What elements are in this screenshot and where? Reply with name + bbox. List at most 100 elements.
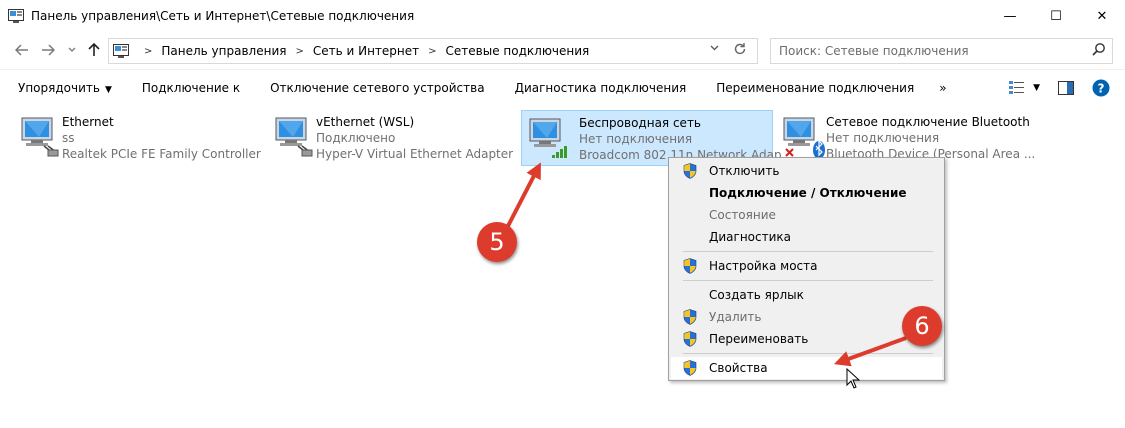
menu-icon-spacer xyxy=(683,287,699,303)
arrow-right-icon xyxy=(42,44,55,56)
connection-name: Сетевое подключение Bluetooth xyxy=(826,115,1030,129)
connect-to-button[interactable]: Подключение к xyxy=(127,81,255,95)
svg-text:?: ? xyxy=(1098,82,1105,96)
breadcrumb-separator-icon[interactable]: > xyxy=(144,46,152,57)
minimize-button[interactable]: — xyxy=(987,0,1033,32)
title-bar: Панель управления\Сеть и Интернет\Сетевы… xyxy=(0,0,1125,32)
more-commands-button[interactable]: » xyxy=(929,81,956,95)
chevron-down-icon xyxy=(68,47,76,52)
address-bar: > Панель управления > Сеть и Интернет > … xyxy=(0,32,1125,70)
connection-device: Realtek PCIe FE Family Controller xyxy=(62,147,261,161)
uac-shield-icon xyxy=(683,360,699,376)
menu-item-label: Настройка моста xyxy=(709,259,818,273)
menu-item-properties[interactable]: Свойства xyxy=(671,357,942,379)
menu-item-label: Диагностика xyxy=(709,230,792,244)
menu-item-connect-disconnect[interactable]: Подключение / Отключение xyxy=(671,182,942,204)
close-button[interactable]: ✕ xyxy=(1079,0,1125,32)
arrow-up-icon xyxy=(88,43,100,56)
organize-button[interactable]: Упорядочить ▼ xyxy=(0,81,127,95)
network-folder-icon xyxy=(8,9,24,23)
menu-item-disable[interactable]: Отключить xyxy=(671,160,942,182)
breadcrumb-separator-icon[interactable]: > xyxy=(428,46,436,57)
search-icon[interactable] xyxy=(1092,42,1106,56)
change-view-button[interactable]: ▼ xyxy=(1009,81,1040,95)
maximize-icon: ☐ xyxy=(1050,8,1062,24)
menu-item-create-shortcut[interactable]: Создать ярлык xyxy=(671,284,942,306)
forward-button[interactable] xyxy=(38,40,58,60)
connection-name: vEthernet (WSL) xyxy=(316,115,415,129)
window-title: Панель управления\Сеть и Интернет\Сетевы… xyxy=(31,9,415,23)
connection-status: Подключено xyxy=(316,131,396,145)
network-adapter-icon xyxy=(21,117,59,157)
menu-item-label: Подключение / Отключение xyxy=(709,186,907,200)
wireless-adapter-icon xyxy=(529,118,567,158)
menu-item-label: Удалить xyxy=(709,310,762,324)
breadcrumb-control-panel[interactable]: Панель управления xyxy=(161,44,286,58)
step-badge-5: 5 xyxy=(477,222,517,262)
step-badge-6: 6 xyxy=(902,306,942,346)
view-options-icon xyxy=(1009,81,1025,94)
control-panel-icon xyxy=(113,44,129,58)
rename-connection-button[interactable]: Переименование подключения xyxy=(701,81,929,95)
up-button[interactable] xyxy=(84,40,104,60)
close-icon: ✕ xyxy=(1096,8,1108,24)
help-button[interactable]: ? xyxy=(1092,79,1110,97)
help-icon: ? xyxy=(1092,79,1110,97)
arrow-left-icon xyxy=(15,44,28,56)
connection-name: Беспроводная сеть xyxy=(579,116,702,130)
menu-item-label: Переименовать xyxy=(709,332,809,346)
search-input[interactable] xyxy=(771,39,1071,63)
mouse-cursor-icon xyxy=(846,368,860,389)
menu-item-rename[interactable]: Переименовать xyxy=(671,328,942,350)
menu-icon-spacer xyxy=(683,229,699,245)
organize-label: Упорядочить xyxy=(18,81,100,95)
recent-locations-button[interactable] xyxy=(62,40,82,60)
connection-ethernet[interactable]: Ethernet ss Realtek PCIe FE Family Contr… xyxy=(8,110,261,166)
connection-device: Hyper-V Virtual Ethernet Adapter xyxy=(316,147,514,161)
menu-icon-spacer xyxy=(683,185,699,201)
connections-list: Ethernet ss Realtek PCIe FE Family Contr… xyxy=(0,106,1125,428)
maximize-button[interactable]: ☐ xyxy=(1033,0,1079,32)
menu-item-label: Свойства xyxy=(709,361,768,375)
menu-item-bridge[interactable]: Настройка моста xyxy=(671,255,942,277)
diagnose-button[interactable]: Диагностика подключения xyxy=(500,81,702,95)
menu-separator xyxy=(683,280,933,281)
menu-separator xyxy=(683,251,933,252)
connection-vethernet-wsl[interactable]: vEthernet (WSL) Подключено Hyper-V Virtu… xyxy=(262,110,514,166)
uac-shield-icon xyxy=(683,163,699,179)
uac-shield-icon xyxy=(683,258,699,274)
bluetooth-adapter-icon xyxy=(783,117,825,159)
breadcrumb-separator-icon[interactable]: > xyxy=(295,46,303,57)
breadcrumb-network-connections[interactable]: Сетевые подключения xyxy=(446,44,590,58)
address-box[interactable]: > Панель управления > Сеть и Интернет > … xyxy=(108,38,758,64)
connection-name: Ethernet xyxy=(62,115,114,129)
menu-item-label: Состояние xyxy=(709,208,776,222)
connection-status: Нет подключения xyxy=(826,131,940,145)
uac-shield-icon xyxy=(683,331,699,347)
search-box[interactable] xyxy=(770,38,1113,64)
breadcrumb-network-internet[interactable]: Сеть и Интернет xyxy=(313,44,419,58)
preview-pane-button[interactable] xyxy=(1058,81,1074,95)
context-menu: Отключить Подключение / Отключение Состо… xyxy=(668,157,945,381)
minimize-icon: — xyxy=(1003,8,1017,24)
menu-item-label: Создать ярлык xyxy=(709,288,804,302)
command-bar: Упорядочить ▼ Подключение к Отключение се… xyxy=(0,70,1125,106)
connection-status: ss xyxy=(62,131,75,145)
caret-down-icon: ▼ xyxy=(1033,83,1040,93)
refresh-icon[interactable] xyxy=(733,42,747,60)
caret-down-icon: ▼ xyxy=(104,85,112,95)
menu-separator xyxy=(683,353,933,354)
view-controls: ▼ ? xyxy=(991,70,1125,106)
menu-icon-spacer xyxy=(683,207,699,223)
menu-item-status[interactable]: Состояние xyxy=(671,204,942,226)
disable-device-button[interactable]: Отключение сетевого устройства xyxy=(255,81,499,95)
menu-item-label: Отключить xyxy=(709,164,780,178)
uac-shield-icon xyxy=(683,309,699,325)
preview-pane-icon xyxy=(1058,81,1074,95)
back-button[interactable] xyxy=(12,40,32,60)
connection-status: Нет подключения xyxy=(579,132,693,146)
menu-item-diagnostics[interactable]: Диагностика xyxy=(671,226,942,248)
network-adapter-icon xyxy=(275,117,313,157)
address-dropdown-icon[interactable] xyxy=(710,43,719,54)
window-controls: — ☐ ✕ xyxy=(987,0,1125,32)
